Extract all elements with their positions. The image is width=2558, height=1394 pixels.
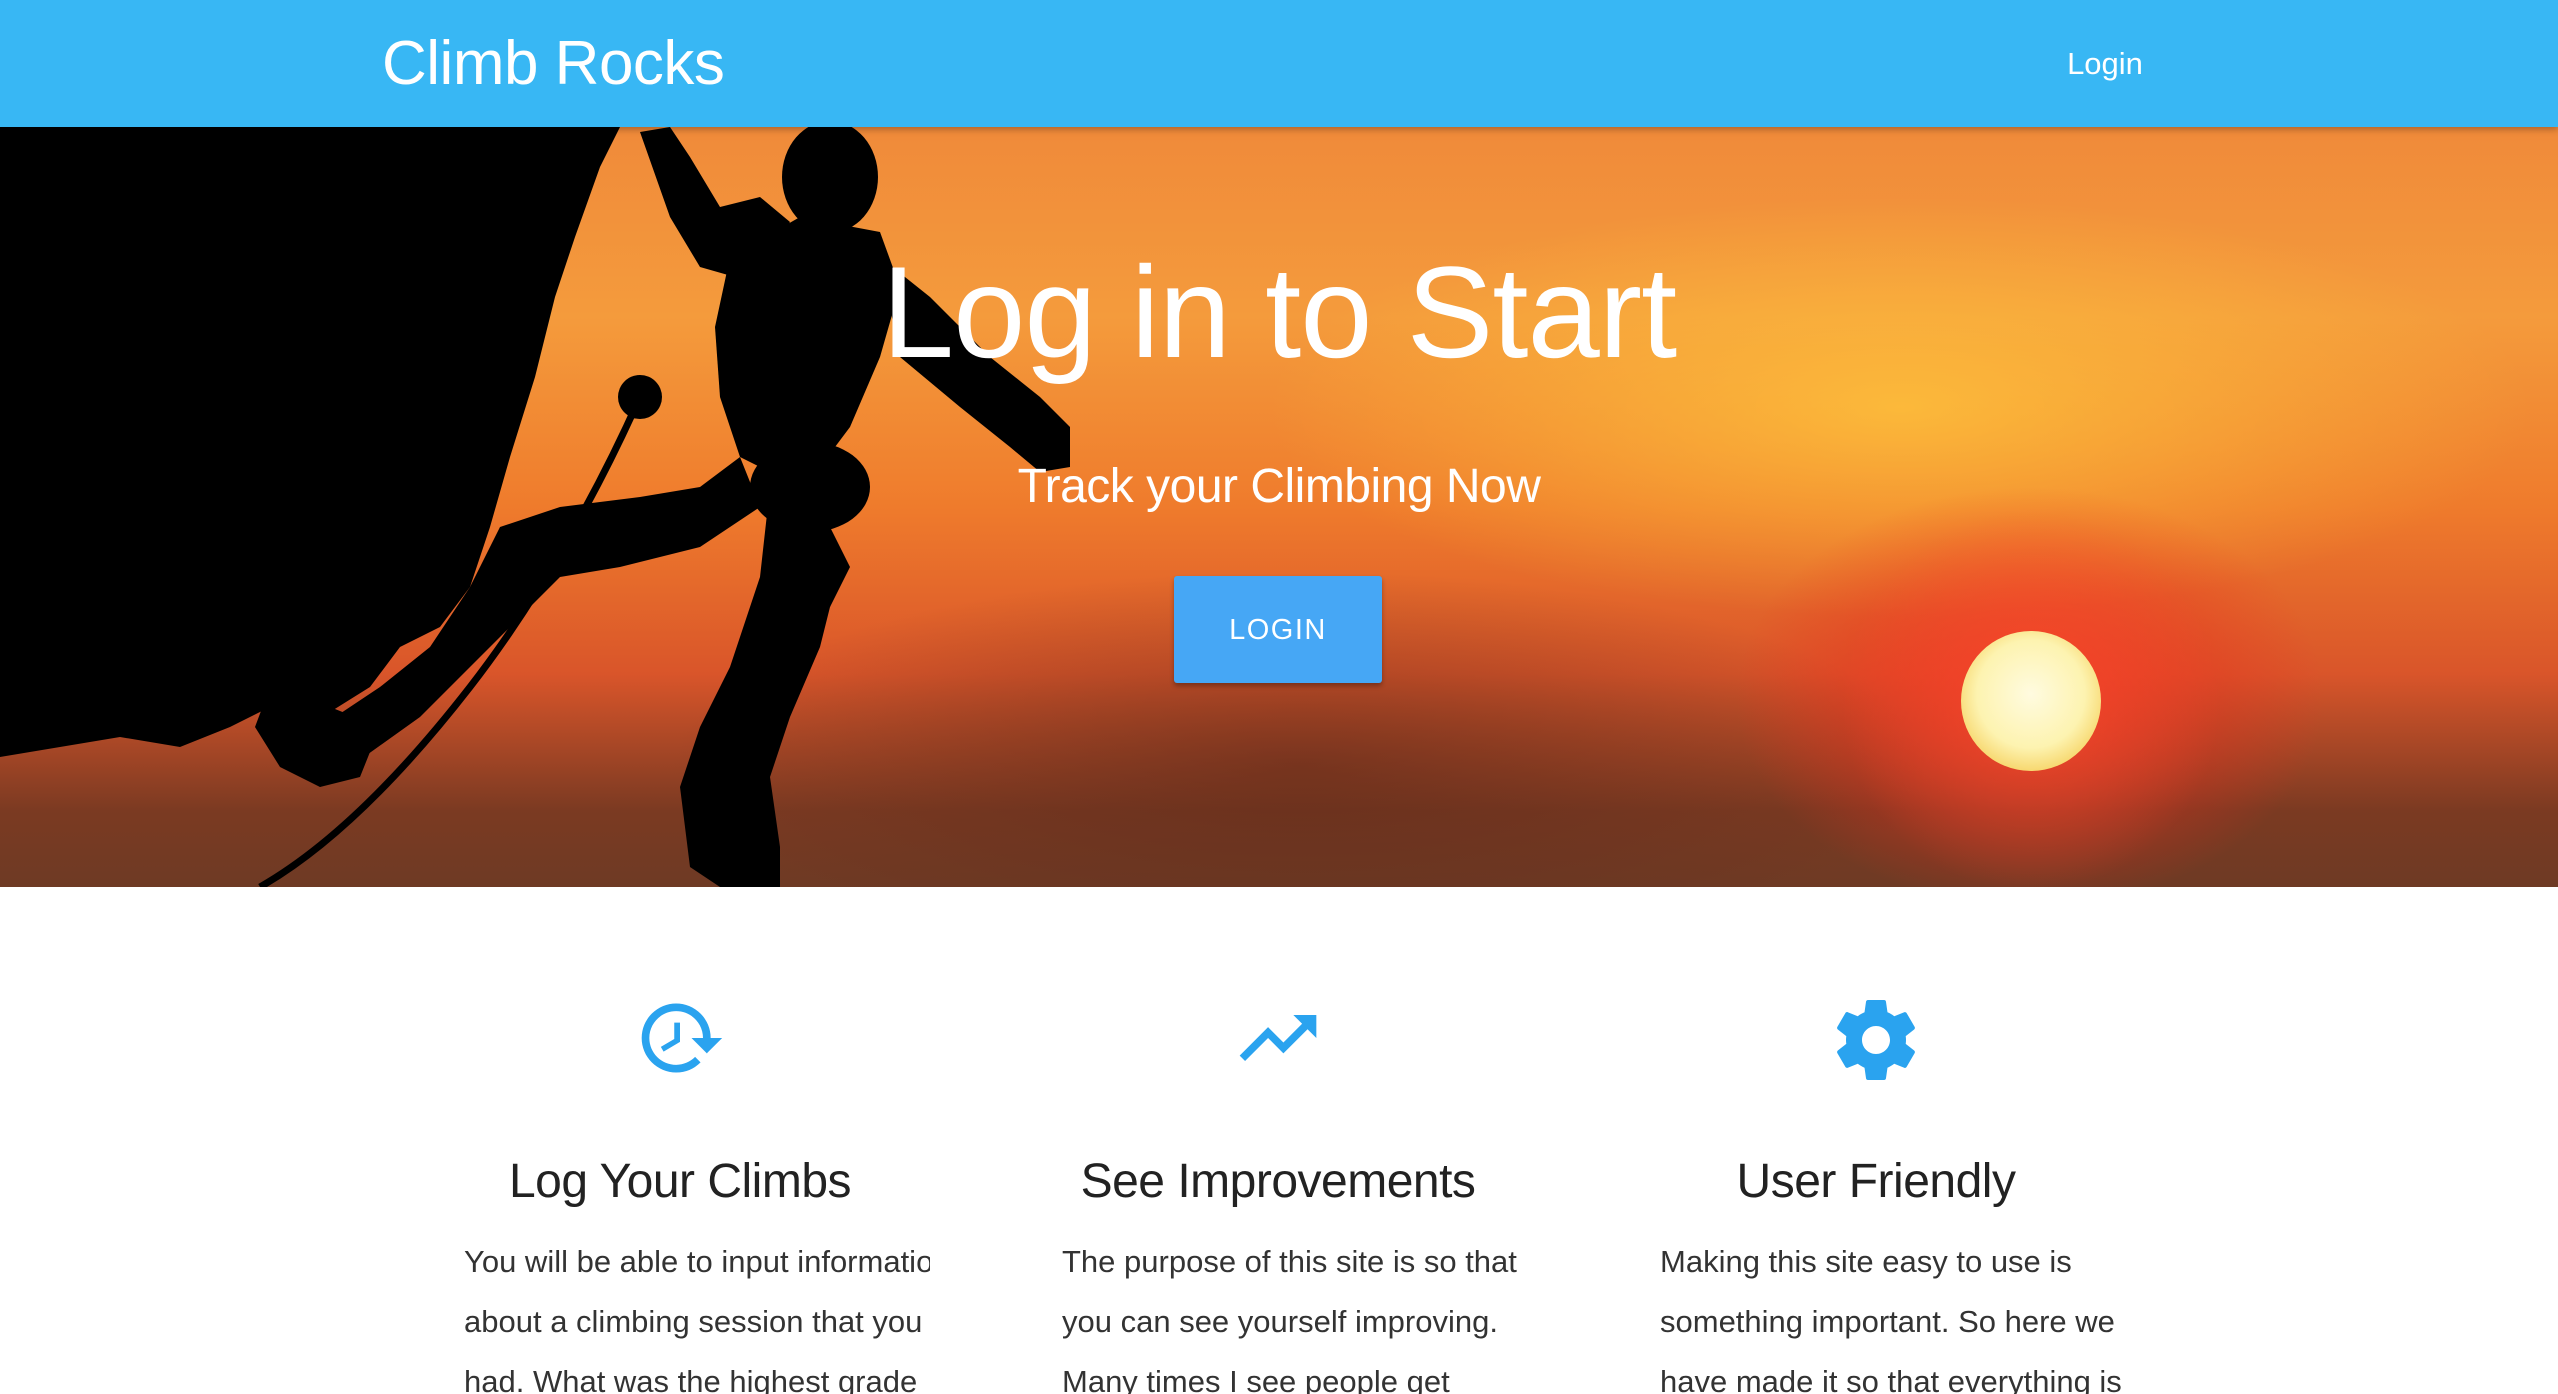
- nav-login-button[interactable]: Login: [2050, 36, 2160, 92]
- feature-user-friendly: User Friendly Making this site easy to u…: [1626, 887, 2126, 1394]
- feature-title: User Friendly: [1736, 1155, 2016, 1208]
- feature-title: See Improvements: [1080, 1155, 1476, 1208]
- feature-see-improvements: See Improvements The purpose of this sit…: [1028, 887, 1528, 1394]
- feature-description: Making this site easy to use is somethin…: [1660, 1244, 2122, 1394]
- feature-title: Log Your Climbs: [508, 1155, 852, 1208]
- gear-icon: [1626, 992, 2126, 1082]
- sun: [1961, 631, 2101, 771]
- hero-title: Log in to Start: [881, 239, 1677, 385]
- feature-log-climbs: Log Your Climbs You will be able to inpu…: [430, 887, 930, 1394]
- hero-subtitle: Track your Climbing Now: [1017, 460, 1541, 513]
- trending-up-icon: [1028, 992, 1528, 1082]
- rock-face: [0, 127, 620, 757]
- restore-clock-icon: [430, 992, 930, 1082]
- feature-description: The purpose of this site is so that you …: [1062, 1244, 1517, 1394]
- top-app-bar: Climb Rocks Login: [0, 0, 2558, 127]
- feature-description: You will be able to input information ab…: [464, 1244, 930, 1394]
- hero-login-button[interactable]: LOGIN: [1174, 576, 1382, 683]
- hero-banner: Log in to Start Track your Climbing Now …: [0, 127, 2558, 887]
- brand-title[interactable]: Climb Rocks: [382, 26, 725, 102]
